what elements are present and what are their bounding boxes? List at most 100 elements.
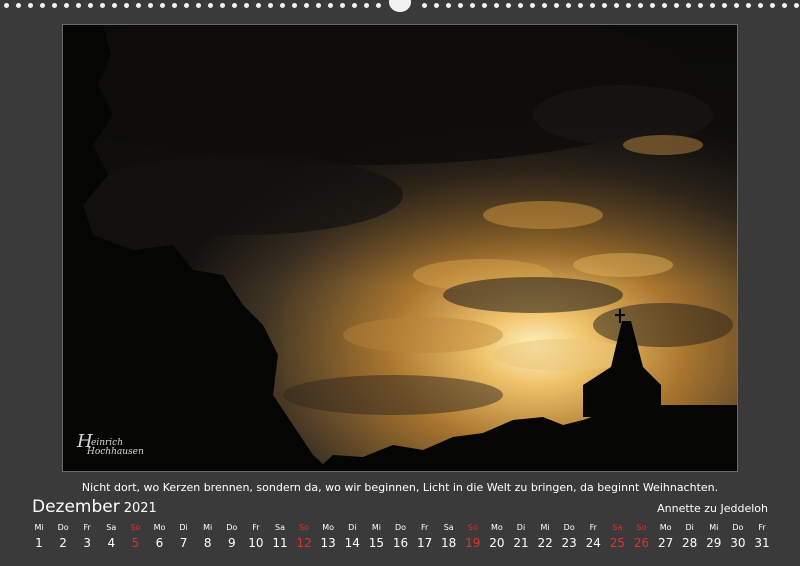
binding-hole-icon [482, 3, 487, 8]
binding-hole-icon [722, 3, 727, 8]
weekday-label: So [636, 523, 647, 532]
weekday-label: Fr [758, 523, 766, 532]
day-number: 26 [633, 536, 650, 550]
binding-hole-icon [340, 3, 345, 8]
calendar-day: Mi 15 [364, 521, 388, 551]
day-number: 20 [489, 536, 505, 550]
weekday-label: Sa [612, 523, 623, 532]
binding-hole-icon [782, 3, 787, 8]
weekday-label: Mi [371, 523, 381, 532]
binding-hole-icon [470, 3, 475, 8]
day-number: 9 [227, 536, 236, 550]
calendar-day: Mo 27 [654, 521, 678, 551]
day-number: 22 [537, 536, 553, 550]
binding-hole-icon [422, 3, 427, 8]
weekday-label: Fr [589, 523, 597, 532]
binding-hole-icon [268, 3, 273, 8]
day-number: 18 [441, 536, 457, 550]
binding-hole-icon [758, 3, 763, 8]
weekday-label: Di [179, 523, 188, 532]
binding-hole-icon [304, 3, 309, 8]
day-number: 17 [416, 536, 433, 550]
binding-hole-icon [638, 3, 643, 8]
binding-hole-icon [52, 3, 57, 8]
day-number: 29 [706, 536, 722, 550]
calendar-day: Di 7 [172, 521, 196, 551]
binding-hole-icon [698, 3, 703, 8]
binding-hole-icon [16, 3, 21, 8]
weekday-label: Di [348, 523, 357, 532]
weekday-label: Sa [106, 523, 117, 532]
day-number: 24 [585, 536, 601, 550]
day-number: 23 [561, 536, 577, 550]
binding-hole-icon [184, 3, 189, 8]
day-number: 16 [392, 536, 409, 550]
calendar-day: Do 9 [220, 521, 244, 551]
calendar-day: Mi 8 [196, 521, 220, 551]
binding-hole-icon [196, 3, 201, 8]
calendar-day: Di 21 [509, 521, 533, 551]
binding-hole-icon [770, 3, 775, 8]
day-number: 31 [754, 536, 770, 550]
calendar-day: Fr 10 [244, 521, 268, 551]
binding-hole-icon [734, 3, 739, 8]
weekday-label: Mi [709, 523, 719, 532]
weekday-label: Do [563, 523, 575, 532]
binding-hole-icon [710, 3, 715, 8]
weekday-label: Mo [659, 523, 672, 532]
day-number: 3 [83, 536, 91, 550]
calendar-day: Mi 29 [702, 521, 726, 551]
binding-hole-icon [244, 3, 249, 8]
calendar-day: Do 30 [726, 521, 750, 551]
day-number: 28 [682, 536, 698, 550]
binding-hole-icon [88, 3, 93, 8]
binding-hole-icon [364, 3, 369, 8]
binding-hole-icon [590, 3, 595, 8]
month-name: Dezember [32, 497, 120, 517]
binding-hole-icon [292, 3, 297, 8]
weekday-label: So [467, 523, 478, 532]
binding-hole-icon [650, 3, 655, 8]
sunset-church-photo [63, 25, 737, 471]
weekday-label: So [130, 523, 141, 532]
weekday-label: Di [516, 523, 526, 532]
month-title: Dezember 2021 [32, 497, 157, 517]
binding-hole-icon [578, 3, 583, 8]
binding-hole-icon [602, 3, 607, 8]
calendar-day: Do 16 [389, 521, 413, 551]
calendar-day: Mo 6 [148, 521, 172, 551]
day-number: 10 [248, 536, 264, 550]
weekday-label: Sa [443, 523, 454, 532]
binding-hole-icon [614, 3, 619, 8]
binding-hole-icon [530, 3, 535, 8]
binding-hole-icon [352, 3, 357, 8]
calendar-day: Do 2 [51, 521, 75, 551]
day-number: 2 [59, 536, 67, 550]
binding-hole-icon [794, 3, 799, 8]
weekday-label: Mo [322, 523, 335, 532]
year-label: 2021 [123, 501, 157, 516]
calendar-day: Fr 24 [581, 521, 605, 551]
calendar-day: Fr 3 [75, 521, 99, 551]
binding-hole-icon [40, 3, 45, 8]
binding-hole-icon [220, 3, 225, 8]
binding-hole-icon [232, 3, 237, 8]
calendar-day: Sa 18 [437, 521, 461, 551]
binding-hole-icon [446, 3, 451, 8]
binding-hole-icon [328, 3, 333, 8]
binding-hole-icon [626, 3, 631, 8]
binding-hole-icon [148, 3, 153, 8]
hanger-icon [389, 0, 411, 12]
binding-hole-icon [28, 3, 33, 8]
day-number: 11 [272, 536, 288, 550]
calendar-day: Sa 11 [268, 521, 292, 551]
binding-hole-icon [160, 3, 165, 8]
binding-hole-icon [64, 3, 69, 8]
weekday-label: Do [57, 523, 69, 532]
calendar-day: Do 23 [557, 521, 581, 551]
binding-hole-icon [376, 3, 381, 8]
day-number: 25 [609, 536, 626, 550]
binding-hole-icon [434, 3, 439, 8]
binding-hole-icon [256, 3, 261, 8]
binding-hole-icon [100, 3, 105, 8]
